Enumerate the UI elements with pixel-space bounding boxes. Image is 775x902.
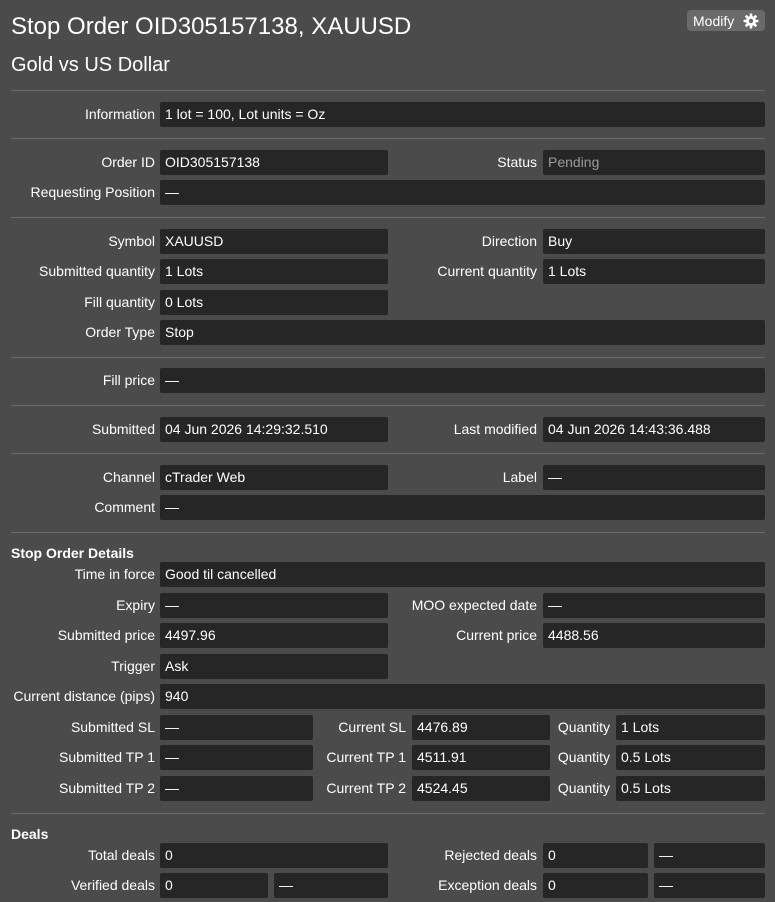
exception-deals-field: 0 — [543, 873, 648, 898]
information-field: 1 lot = 100, Lot units = Oz — [160, 102, 765, 127]
fill-price-label: Fill price — [102, 372, 155, 388]
current-tp1-label: Current TP 1 — [326, 749, 406, 765]
divider — [11, 357, 765, 358]
divider — [11, 217, 765, 218]
requesting-position-field: — — [160, 180, 765, 205]
exception-deals-label: Exception deals — [438, 877, 537, 893]
stop-order-details-heading: Stop Order Details — [11, 545, 134, 561]
submitted-sl-label: Submitted SL — [70, 719, 155, 735]
submitted-quantity-field: 1 Lots — [160, 259, 388, 284]
rejected-deals-field: 0 — [543, 843, 648, 868]
status-field: Pending — [543, 150, 765, 175]
order-id-label: Order ID — [101, 154, 155, 170]
time-in-force-field: Good til cancelled — [160, 562, 765, 587]
submitted-sl-field: — — [160, 715, 313, 740]
current-quantity-label: Current quantity — [437, 263, 537, 279]
submitted-price-field: 4497.96 — [160, 623, 388, 648]
tp1-quantity-field: 0.5 Lots — [616, 745, 765, 770]
moo-expected-date-label: MOO expected date — [411, 597, 537, 613]
gear-icon — [743, 13, 759, 28]
divider — [11, 138, 765, 139]
current-price-field: 4488.56 — [543, 623, 765, 648]
deals-heading: Deals — [11, 826, 49, 842]
expiry-field: — — [160, 593, 388, 618]
channel-label: Channel — [102, 469, 155, 485]
submitted-label: Submitted — [91, 421, 155, 437]
information-label: Information — [84, 106, 155, 122]
verified-deals-extra-field: — — [274, 873, 388, 898]
time-in-force-label: Time in force — [74, 566, 155, 582]
current-distance-label: Current distance (pips) — [13, 688, 155, 704]
current-price-label: Current price — [456, 627, 537, 643]
order-id-field: OID305157138 — [160, 150, 388, 175]
order-type-field: Stop — [160, 320, 765, 345]
status-label: Status — [497, 154, 537, 170]
total-deals-field: 0 — [160, 843, 388, 868]
expiry-label: Expiry — [116, 597, 155, 613]
divider — [11, 90, 765, 91]
current-tp1-field: 4511.91 — [412, 745, 550, 770]
direction-label: Direction — [481, 233, 537, 249]
tp2-quantity-field: 0.5 Lots — [616, 776, 765, 801]
verified-deals-field: 0 — [160, 873, 268, 898]
label-field: — — [543, 465, 765, 490]
verified-deals-label: Verified deals — [70, 877, 155, 893]
modify-button[interactable]: Modify — [687, 10, 765, 31]
divider — [11, 453, 765, 454]
tp2-quantity-label: Quantity — [557, 780, 610, 796]
direction-field: Buy — [543, 229, 765, 254]
divider — [11, 405, 765, 406]
current-tp2-field: 4524.45 — [412, 776, 550, 801]
sl-quantity-field: 1 Lots — [616, 715, 765, 740]
divider — [11, 532, 765, 533]
total-deals-label: Total deals — [88, 847, 155, 863]
symbol-label: Symbol — [108, 233, 155, 249]
comment-label: Comment — [94, 499, 155, 515]
rejected-deals-extra-field: — — [654, 843, 765, 868]
order-type-label: Order Type — [85, 324, 155, 340]
current-distance-field: 940 — [160, 684, 765, 709]
fill-price-field: — — [160, 368, 765, 393]
submitted-quantity-label: Submitted quantity — [39, 263, 155, 279]
channel-field: cTrader Web — [160, 465, 388, 490]
modify-button-label: Modify — [693, 12, 735, 29]
trigger-field: Ask — [160, 654, 388, 679]
current-tp2-label: Current TP 2 — [326, 780, 406, 796]
submitted-tp1-label: Submitted TP 1 — [59, 749, 155, 765]
trigger-label: Trigger — [111, 658, 155, 674]
label-label: Label — [502, 469, 537, 485]
submitted-field: 04 Jun 2026 14:29:32.510 — [160, 417, 388, 442]
submitted-tp1-field: — — [160, 745, 313, 770]
current-sl-label: Current SL — [338, 719, 406, 735]
rejected-deals-label: Rejected deals — [444, 847, 537, 863]
tp1-quantity-label: Quantity — [557, 749, 610, 765]
comment-field: — — [160, 495, 765, 520]
last-modified-field: 04 Jun 2026 14:43:36.488 — [543, 417, 765, 442]
submitted-price-label: Submitted price — [57, 627, 155, 643]
last-modified-label: Last modified — [453, 421, 537, 437]
fill-quantity-field: 0 Lots — [160, 290, 388, 315]
divider — [11, 813, 765, 814]
current-quantity-field: 1 Lots — [543, 259, 765, 284]
symbol-field: XAUUSD — [160, 229, 388, 254]
submitted-tp2-label: Submitted TP 2 — [59, 780, 155, 796]
moo-expected-date-field: — — [543, 593, 765, 618]
page-title: Stop Order OID305157138, XAUUSD — [11, 13, 412, 40]
requesting-position-label: Requesting Position — [30, 184, 155, 200]
fill-quantity-label: Fill quantity — [84, 294, 155, 310]
exception-deals-extra-field: — — [654, 873, 765, 898]
current-sl-field: 4476.89 — [412, 715, 550, 740]
submitted-tp2-field: — — [160, 776, 313, 801]
sl-quantity-label: Quantity — [557, 719, 610, 735]
page-subtitle: Gold vs US Dollar — [11, 54, 170, 76]
